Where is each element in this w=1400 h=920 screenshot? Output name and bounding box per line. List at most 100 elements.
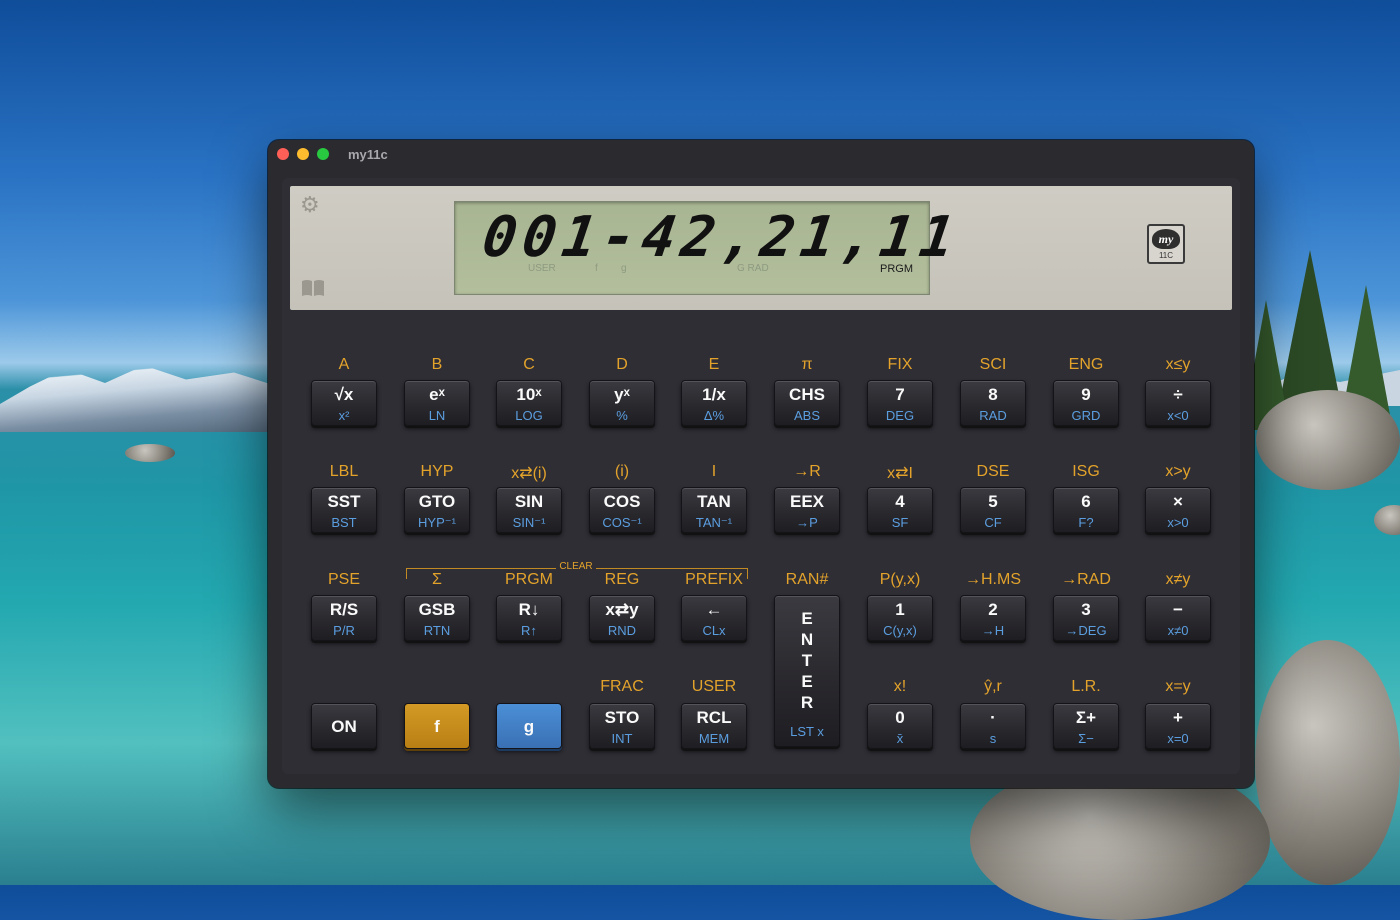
f-label-lbl: LBL	[329, 463, 359, 480]
key-eex[interactable]: EEX →P	[774, 487, 840, 533]
key-g-label: MEM	[698, 731, 730, 746]
annunciator-f: f	[595, 263, 598, 274]
key-enter[interactable]: E N T E R LST x	[774, 595, 840, 747]
key-g-label: RND	[607, 623, 637, 638]
key-y-x[interactable]: yˣ%	[589, 380, 655, 426]
title-bar: my11c	[268, 140, 1254, 170]
key-2[interactable]: 2 →H	[960, 595, 1026, 641]
clear-bracket-label: CLEAR	[556, 561, 596, 572]
f-label-ran: RAN#	[785, 571, 829, 588]
annunciator-prgm: PRGM	[880, 263, 913, 275]
key-g-label: F?	[1078, 515, 1094, 530]
key-1[interactable]: 1 C(y,x)	[867, 595, 933, 641]
key-main-label: 9	[1081, 385, 1091, 404]
gear-icon[interactable]: ⚙	[300, 194, 320, 216]
key-4[interactable]: 4 SF	[867, 487, 933, 533]
key-sto[interactable]: STO INT	[589, 703, 655, 749]
key-g-label: SIN⁻¹	[512, 515, 546, 530]
key-multiply[interactable]: × x>0	[1145, 487, 1211, 533]
key-main-label: RCL	[696, 708, 732, 727]
key-main-label: 6	[1081, 492, 1091, 511]
annunciator-user: USER	[528, 263, 556, 274]
f-label-rad: →RAD	[1061, 571, 1111, 588]
key-minus[interactable]: − x≠0	[1145, 595, 1211, 641]
key-main-label: √x	[334, 385, 354, 404]
key-roll-down[interactable]: R↓ R↑	[496, 595, 562, 641]
key-sqrt[interactable]: √x x²	[311, 380, 377, 426]
key-7[interactable]: 7 DEG	[867, 380, 933, 426]
key-on[interactable]: ON	[311, 703, 377, 749]
key-f[interactable]: f	[404, 703, 470, 749]
key-main-label: STO	[604, 708, 640, 727]
f-label-x-i: x⇄I	[887, 465, 913, 482]
key-decimal-point[interactable]: · s	[960, 703, 1026, 749]
key-g-label: x̄	[896, 731, 904, 746]
key-x-swap-y[interactable]: x⇄y RND	[589, 595, 655, 641]
zoom-window-button[interactable]	[317, 148, 329, 160]
key-divide[interactable]: ÷ x<0	[1145, 380, 1211, 426]
key-main-label: COS	[603, 492, 641, 511]
key-g-label: Σ−	[1078, 731, 1094, 746]
key-1-x[interactable]: 1/x Δ%	[681, 380, 747, 426]
f-label-i: (i)	[614, 463, 630, 480]
f-label-x-y: x≤y	[1165, 356, 1191, 373]
key-9[interactable]: 9 GRD	[1053, 380, 1119, 426]
key-g-label: INT	[611, 731, 633, 746]
key-g-label: RTN	[423, 623, 451, 638]
key-main-label: GSB	[418, 600, 456, 619]
key-g-label: CLx	[702, 623, 726, 638]
key-g-label: RAD	[979, 408, 1007, 423]
background-rock	[1256, 390, 1400, 490]
key-5[interactable]: 5 CF	[960, 487, 1026, 533]
f-label-r: →R	[793, 463, 821, 480]
f-label-h-ms: →H.MS	[965, 571, 1021, 588]
f-label-hyp: HYP	[420, 463, 454, 480]
key-main-label: EEX	[789, 492, 825, 511]
key-8[interactable]: 8 RAD	[960, 380, 1026, 426]
key-main-label: 8	[988, 385, 998, 404]
f-label-p-y-x: P(y,x)	[879, 571, 921, 588]
key-g-label: BST	[331, 515, 357, 530]
key-sin[interactable]: SIN SIN⁻¹	[496, 487, 562, 533]
key-g-label: LST x	[790, 724, 824, 739]
f-label-e: E	[708, 356, 720, 373]
book-icon[interactable]	[300, 278, 326, 298]
f-label-x: x!	[893, 678, 907, 695]
key-6[interactable]: 6 F?	[1053, 487, 1119, 533]
f-label-i: I	[711, 463, 717, 480]
key-backspace[interactable]: ← CLx	[681, 595, 747, 641]
key-e-x[interactable]: eˣ LN	[404, 380, 470, 426]
key-g-label: →H	[981, 623, 1005, 638]
key-gsb[interactable]: GSB RTN	[404, 595, 470, 641]
close-window-button[interactable]	[277, 148, 289, 160]
key-main-label: 2	[988, 600, 998, 619]
key-gto[interactable]: GTO HYP⁻¹	[404, 487, 470, 533]
f-label-x-i: x⇄(i)	[511, 465, 547, 482]
key-main-label: ·	[990, 708, 996, 727]
key-main-label: 1	[895, 600, 905, 619]
key-chs[interactable]: CHS ABS	[774, 380, 840, 426]
key-main-label: 10ˣ	[516, 385, 542, 404]
key-3[interactable]: 3 →DEG	[1053, 595, 1119, 641]
key-g[interactable]: g	[496, 703, 562, 749]
key-sigma-plus[interactable]: Σ+ Σ−	[1053, 703, 1119, 749]
f-label-x-y: x≠y	[1165, 571, 1191, 588]
key-main-label: SST	[327, 492, 361, 511]
key-g-label: C(y,x)	[883, 623, 917, 638]
minimize-window-button[interactable]	[297, 148, 309, 160]
key-0[interactable]: 0 x̄	[867, 703, 933, 749]
key-cos[interactable]: COS COS⁻¹	[589, 487, 655, 533]
key-g-label: s	[989, 731, 997, 746]
key-r-s[interactable]: R/S P/R	[311, 595, 377, 641]
lcd-display: 001-42,21,11 USER f g G RAD PRGM	[454, 201, 964, 295]
key-g-label: x≠0	[1167, 623, 1189, 638]
key-main-label: R/S	[329, 600, 359, 619]
f-label-l-r: L.R.	[1071, 678, 1101, 695]
key-10-x[interactable]: 10ˣ LOG	[496, 380, 562, 426]
key-plus[interactable]: + x=0	[1145, 703, 1211, 749]
key-main-label: ON	[331, 717, 357, 736]
key-g-label: COS⁻¹	[602, 515, 642, 530]
key-tan[interactable]: TAN TAN⁻¹	[681, 487, 747, 533]
key-rcl[interactable]: RCL MEM	[681, 703, 747, 749]
key-sst[interactable]: SST BST	[311, 487, 377, 533]
